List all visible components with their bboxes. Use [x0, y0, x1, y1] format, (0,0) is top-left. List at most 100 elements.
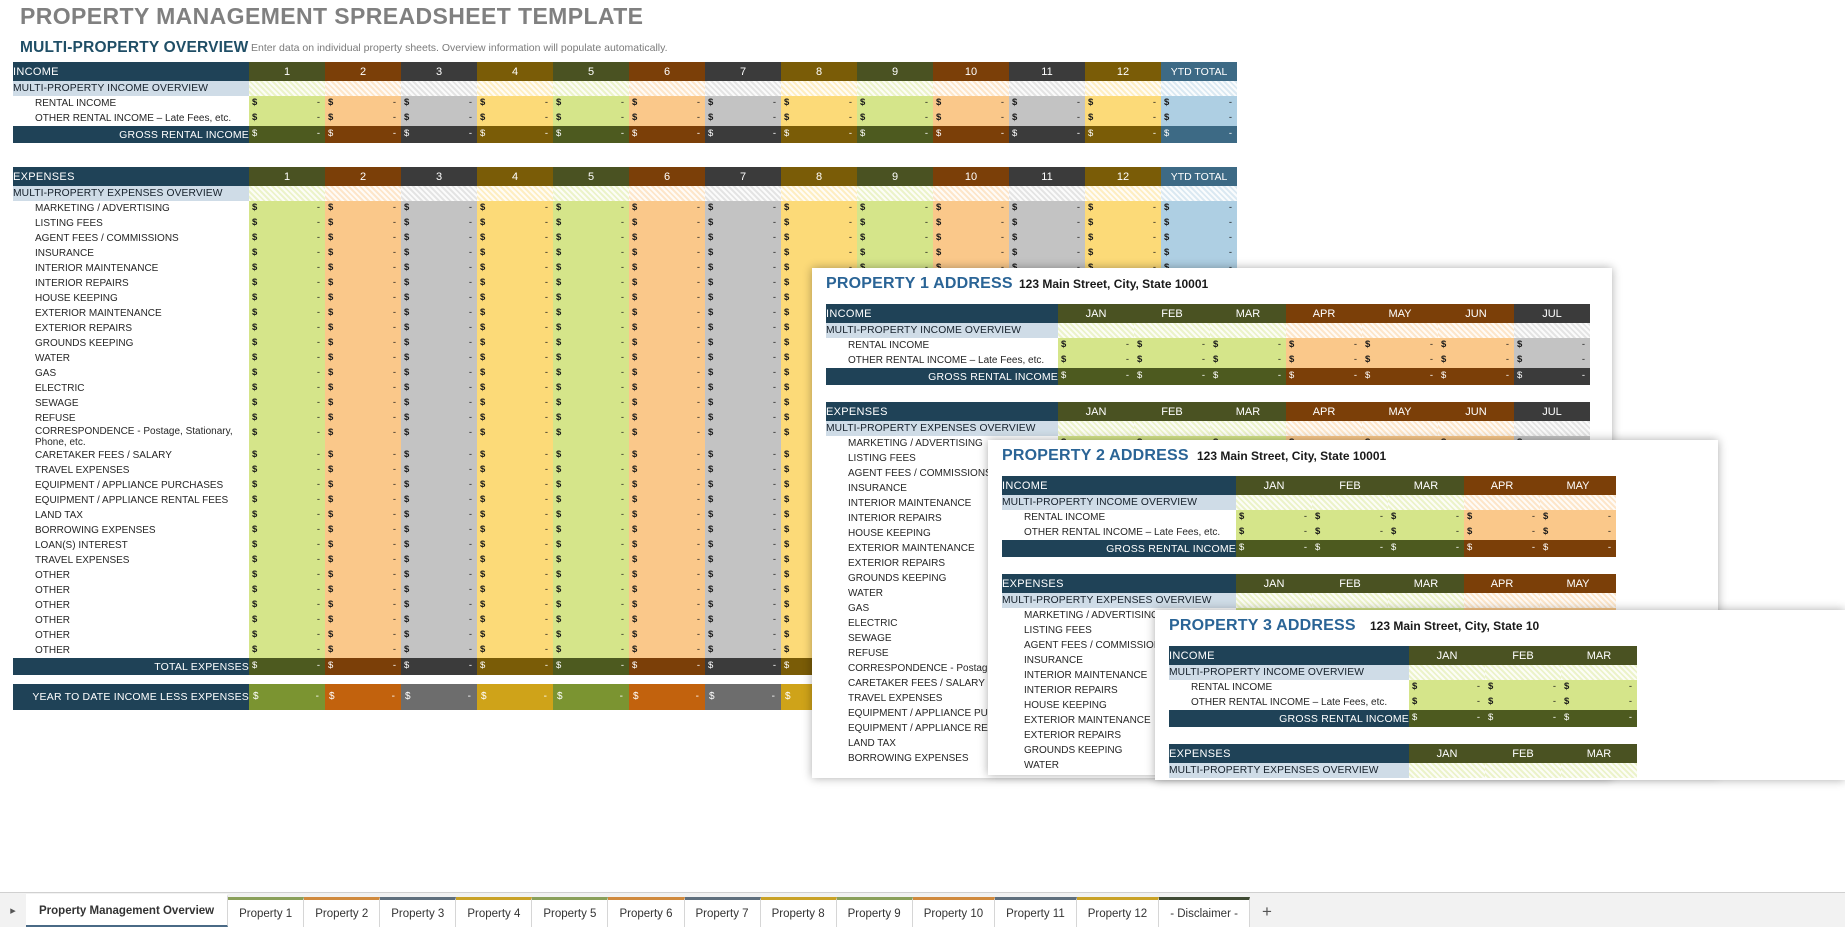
- amount-cell[interactable]: $-: [249, 508, 325, 523]
- month-header[interactable]: MAY: [1362, 402, 1438, 421]
- amount-cell[interactable]: $-: [629, 478, 705, 493]
- amount-cell[interactable]: $-: [477, 291, 553, 306]
- amount-cell[interactable]: $-: [1438, 338, 1514, 353]
- amount-cell[interactable]: $-: [477, 643, 553, 658]
- amount-cell[interactable]: $-: [477, 111, 553, 126]
- amount-cell[interactable]: $-: [477, 261, 553, 276]
- amount-cell[interactable]: $-: [1286, 338, 1362, 353]
- amount-cell[interactable]: $-: [705, 321, 781, 336]
- amount-cell[interactable]: $-: [477, 396, 553, 411]
- amount-cell[interactable]: $-: [629, 448, 705, 463]
- amount-cell[interactable]: $-: [705, 426, 781, 448]
- column-header[interactable]: 4: [477, 62, 553, 81]
- amount-cell[interactable]: $-: [325, 246, 401, 261]
- amount-cell[interactable]: $-: [705, 538, 781, 553]
- amount-cell[interactable]: $-: [781, 111, 857, 126]
- amount-cell[interactable]: $-: [1009, 216, 1085, 231]
- amount-cell[interactable]: $-: [933, 96, 1009, 111]
- amount-cell[interactable]: $-: [629, 643, 705, 658]
- amount-cell[interactable]: $-: [477, 613, 553, 628]
- amount-cell[interactable]: $-: [933, 246, 1009, 261]
- month-header[interactable]: APR: [1286, 304, 1362, 323]
- amount-cell[interactable]: $-: [249, 261, 325, 276]
- amount-cell[interactable]: $-: [477, 231, 553, 246]
- property-address-value[interactable]: 123 Main Street, City, State 10: [1370, 619, 1539, 633]
- amount-cell[interactable]: $-: [325, 508, 401, 523]
- amount-cell[interactable]: $-: [1085, 96, 1161, 111]
- amount-cell[interactable]: $-: [401, 246, 477, 261]
- month-header[interactable]: FEB: [1485, 744, 1561, 763]
- amount-cell[interactable]: $-: [1009, 231, 1085, 246]
- amount-cell[interactable]: $-: [325, 366, 401, 381]
- amount-cell[interactable]: $-: [629, 598, 705, 613]
- amount-cell[interactable]: $-: [553, 448, 629, 463]
- month-header[interactable]: APR: [1286, 402, 1362, 421]
- amount-cell[interactable]: $-: [477, 568, 553, 583]
- month-header[interactable]: MAR: [1210, 402, 1286, 421]
- amount-cell[interactable]: $-: [553, 523, 629, 538]
- month-header[interactable]: MAY: [1540, 476, 1616, 495]
- amount-cell[interactable]: $-: [325, 478, 401, 493]
- amount-cell[interactable]: $-: [1388, 525, 1464, 540]
- amount-cell[interactable]: $-: [1009, 111, 1085, 126]
- amount-cell[interactable]: $-: [857, 111, 933, 126]
- amount-cell[interactable]: $-: [857, 231, 933, 246]
- amount-cell[interactable]: $-: [1561, 695, 1637, 710]
- amount-cell[interactable]: $-: [401, 493, 477, 508]
- amount-cell[interactable]: $-: [401, 396, 477, 411]
- amount-cell[interactable]: $-: [325, 598, 401, 613]
- amount-cell[interactable]: $-: [1009, 246, 1085, 261]
- amount-cell[interactable]: $-: [249, 366, 325, 381]
- amount-cell[interactable]: $-: [477, 276, 553, 291]
- amount-cell[interactable]: $-: [325, 613, 401, 628]
- amount-cell[interactable]: $-: [1485, 680, 1561, 695]
- column-header[interactable]: 5: [553, 167, 629, 186]
- month-header[interactable]: MAR: [1561, 744, 1637, 763]
- amount-cell[interactable]: $-: [477, 351, 553, 366]
- amount-cell[interactable]: $-: [553, 246, 629, 261]
- month-header[interactable]: FEB: [1134, 304, 1210, 323]
- amount-cell[interactable]: $-: [401, 478, 477, 493]
- amount-cell[interactable]: $-: [553, 426, 629, 448]
- amount-cell[interactable]: $-: [781, 201, 857, 216]
- amount-cell[interactable]: $-: [705, 336, 781, 351]
- amount-cell[interactable]: $-: [325, 261, 401, 276]
- sheet-tab-0[interactable]: Property Management Overview: [26, 894, 229, 927]
- amount-cell[interactable]: $-: [705, 598, 781, 613]
- sheet-tab-4[interactable]: Property 4: [456, 897, 533, 927]
- amount-cell[interactable]: $-: [1085, 216, 1161, 231]
- amount-cell[interactable]: $-: [629, 306, 705, 321]
- amount-cell[interactable]: $-: [249, 538, 325, 553]
- amount-cell[interactable]: $-: [1312, 525, 1388, 540]
- amount-cell[interactable]: $-: [553, 231, 629, 246]
- amount-cell[interactable]: $-: [1312, 510, 1388, 525]
- amount-cell[interactable]: $-: [1561, 680, 1637, 695]
- amount-cell[interactable]: $-: [1058, 338, 1134, 353]
- amount-cell[interactable]: $-: [781, 231, 857, 246]
- amount-cell[interactable]: $-: [325, 216, 401, 231]
- amount-cell[interactable]: $-: [325, 583, 401, 598]
- amount-cell[interactable]: $-: [629, 366, 705, 381]
- amount-cell[interactable]: $-: [1236, 510, 1312, 525]
- amount-cell[interactable]: $-: [1058, 353, 1134, 368]
- amount-cell[interactable]: $-: [705, 231, 781, 246]
- amount-cell[interactable]: $-: [325, 396, 401, 411]
- amount-cell[interactable]: $-: [477, 478, 553, 493]
- column-header[interactable]: 7: [705, 62, 781, 81]
- amount-cell[interactable]: $-: [249, 276, 325, 291]
- amount-cell[interactable]: $-: [705, 523, 781, 538]
- sheet-tab-bar[interactable]: ▸ Property Management Overview Property 1…: [0, 892, 1845, 927]
- amount-cell[interactable]: $-: [629, 508, 705, 523]
- month-header[interactable]: FEB: [1312, 574, 1388, 593]
- amount-cell[interactable]: $-: [629, 276, 705, 291]
- amount-cell[interactable]: $-: [553, 613, 629, 628]
- amount-cell[interactable]: $-: [401, 463, 477, 478]
- amount-cell[interactable]: $-: [401, 291, 477, 306]
- amount-cell[interactable]: $-: [553, 411, 629, 426]
- amount-cell[interactable]: $-: [629, 216, 705, 231]
- amount-cell[interactable]: $-: [249, 96, 325, 111]
- amount-cell[interactable]: $-: [705, 111, 781, 126]
- amount-cell[interactable]: $-: [401, 216, 477, 231]
- amount-cell[interactable]: $-: [1388, 510, 1464, 525]
- amount-cell[interactable]: $-: [401, 508, 477, 523]
